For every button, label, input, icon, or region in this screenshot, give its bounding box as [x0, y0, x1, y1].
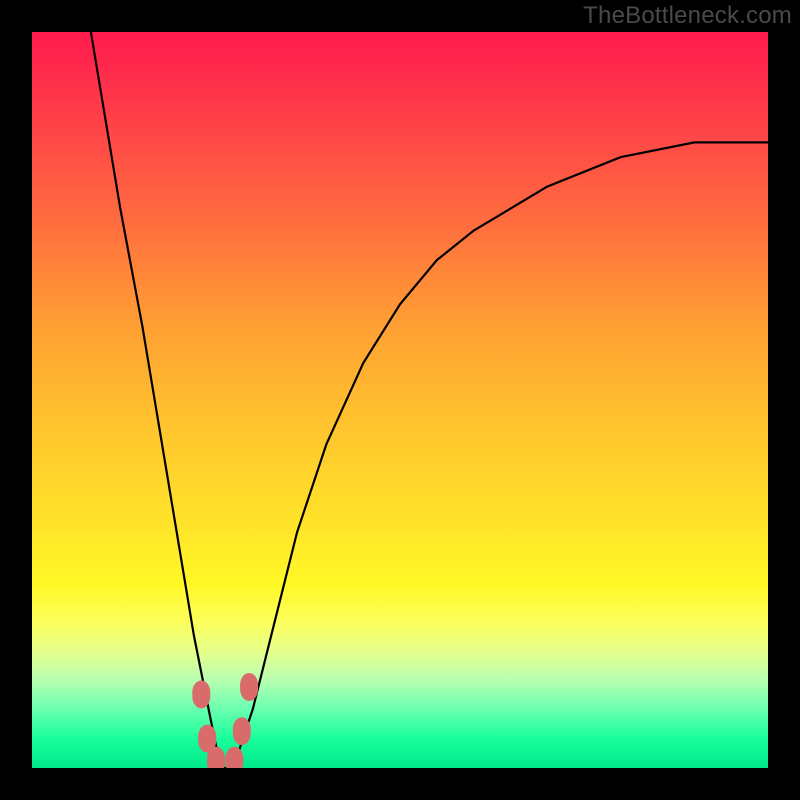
bottleneck-curve-line	[91, 32, 768, 768]
curve-marker	[192, 680, 210, 708]
curve-marker	[240, 673, 258, 701]
bottleneck-curve-svg	[32, 32, 768, 768]
curve-marker	[233, 717, 251, 745]
chart-plot-area	[32, 32, 768, 768]
curve-marker	[225, 747, 243, 768]
watermark-text: TheBottleneck.com	[583, 2, 792, 30]
